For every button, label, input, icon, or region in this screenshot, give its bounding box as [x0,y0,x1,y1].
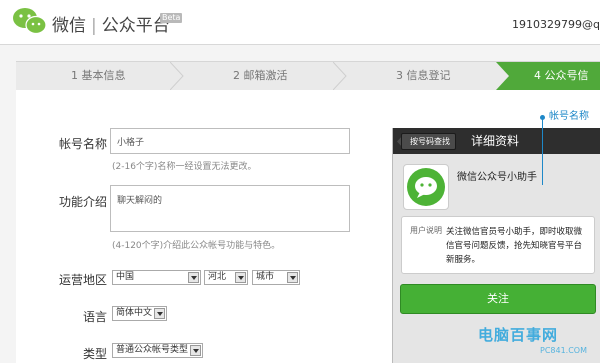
province-select[interactable]: 河北 [204,270,248,285]
step-separator-icon [170,62,184,90]
language-label: 语言 [82,310,107,324]
step-separator-icon [496,62,509,90]
wechat-logo-icon [13,8,47,35]
step-info-register: 3 信息登记 [396,69,451,82]
type-label: 类型 [82,347,107,361]
type-value: 普通公众帐号类型 [116,345,189,355]
account-name-label: 帐号名称 [58,137,107,151]
step-public-account-label: 4 公众号信 [534,69,589,82]
follow-button[interactable]: 关注 [400,284,596,314]
country-select[interactable]: 中国 [112,270,201,285]
preview-description-text: 关注微信官员号小助手，即时收取微信官号问题反馈，抢先知晓官号平台新服务。 [446,227,583,265]
platform-brand[interactable]: 微信 | 公众平台 [52,11,170,36]
intro-hint: (4-120个字)介绍此公众帐号功能与特色。 [112,241,281,251]
chevron-down-icon [235,272,246,283]
back-button[interactable]: 按号码查找 [401,133,456,150]
brand-wechat: 微信 [52,16,86,36]
account-name-hint: (2-16个字)名称一经设置无法更改。 [112,162,257,172]
preview-description-box: 用户说明 关注微信官员号小助手，即时收取微信官号问题反馈，抢先知晓官号平台新服务… [401,216,595,274]
city-value: 城市 [256,272,275,282]
country-value: 中国 [116,272,135,282]
avatar [403,164,449,210]
chevron-down-icon [188,272,199,283]
account-name-input[interactable]: 小格子 [110,128,350,154]
registration-steps: 1 基本信息 2 邮箱激活 3 信息登记 4 公众号信 [16,61,600,91]
type-select[interactable]: 普通公众帐号类型 [112,343,203,358]
chevron-down-icon [154,308,165,319]
province-value: 河北 [208,272,227,282]
step-separator-icon [333,62,347,90]
intro-label: 功能介绍 [58,195,107,209]
preview-header: 按号码查找 详细资料 [393,128,600,154]
chevron-down-icon [190,345,201,356]
preview-description-label: 用户说明 [410,226,442,235]
step-public-account-active: 4 公众号信 [496,62,600,90]
region-label: 运营地区 [58,273,107,287]
city-select[interactable]: 城市 [252,270,300,285]
annotation-line [542,117,543,185]
beta-badge: Beta [160,13,183,23]
intro-textarea[interactable]: 聊天解闷的 [110,185,350,232]
preview-account-name: 微信公众号小助手 [457,172,537,183]
step-email-activation: 2 邮箱激活 [233,69,288,82]
watermark-url: PC841.COM [540,346,588,355]
language-value: 简体中文 [116,308,153,318]
account-name-annotation: 帐号名称 [549,111,589,122]
wechat-avatar-icon [407,168,445,206]
account-email[interactable]: 1910329799@q [512,18,600,31]
preview-title: 详细资料 [471,134,520,148]
top-bar: 微信 | 公众平台 Beta 1910329799@q [0,0,600,45]
chevron-down-icon [287,272,298,283]
step-basic-info: 1 基本信息 [71,69,126,82]
watermark-logo: 电脑百事网 [478,326,559,344]
language-select[interactable]: 简体中文 [112,306,167,321]
